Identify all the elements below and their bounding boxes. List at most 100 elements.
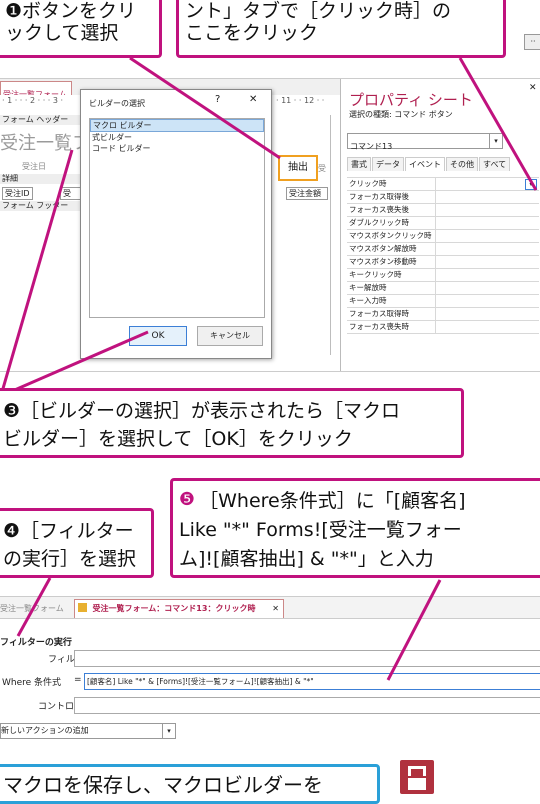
callout-step3-line1: ❸［ビルダーの選択］が表示されたら［マクロ <box>3 400 401 422</box>
callout-step1-line1: ❶ボタンをクリ <box>5 0 137 22</box>
save-icon <box>400 760 434 794</box>
callout-step6-line1: マクロを保存し、マクロビルダーを <box>3 773 323 797</box>
property-row[interactable]: マウスボタンクリック時 <box>347 230 539 243</box>
builder-option-macro[interactable]: マクロ ビルダー <box>90 119 264 132</box>
callout-step5: ❺ ［Where条件式］に「[顧客名] Like "*" Forms![受注一覧フ… <box>170 478 540 578</box>
more-icon: ·· <box>524 34 540 50</box>
property-row-label: キー入力時 <box>347 295 436 307</box>
where-field-value: [顧客名] Like "*" & [Forms]![受注一覧フォーム]![顧客抽… <box>87 677 314 686</box>
macro-tab-inactive-label: 受注一覧フォーム <box>0 604 64 613</box>
property-row[interactable]: マウスボタン移動時 <box>347 256 539 269</box>
callout-step5-text1: ［Where条件式］に「[顧客名] <box>199 490 466 512</box>
step5-number: ❺ <box>179 489 196 510</box>
ruler: · 1 · · · 2 · · · 3 · <box>2 96 64 105</box>
callout-step3-line2: ビルダー］を選択して［OK］をクリック <box>3 428 353 450</box>
property-tabs: 書式 データ イベント その他 すべて <box>347 157 511 171</box>
form-header-bar: フォーム ヘッダー <box>0 115 84 125</box>
chevron-down-icon: ▾ <box>162 724 175 738</box>
ok-button-label: OK <box>151 331 165 341</box>
callout-step3: ❸［ビルダーの選択］が表示されたら［マクロ ビルダー］を選択して［OK］をクリッ… <box>0 388 464 458</box>
property-row-label: キー解放時 <box>347 282 436 294</box>
builder-dialog: ビルダーの選択 ? ✕ マクロ ビルダー 式ビルダー コード ビルダー OK キ… <box>80 89 272 359</box>
builder-dialog-title: ビルダーの選択 <box>89 99 145 108</box>
form-tab[interactable]: 受注一覧フォーム <box>0 81 72 99</box>
macro-tab-inactive[interactable]: 受注一覧フォーム <box>0 601 70 617</box>
property-row-label: フォーカス喪失後 <box>347 204 436 216</box>
macro-icon <box>78 603 87 612</box>
right-ruler: · 11 · · 12 · · <box>276 96 325 105</box>
callout-step1: ❶ボタンをクリ ックして選択 <box>0 0 162 58</box>
property-row[interactable]: ダブルクリック時 <box>347 217 539 230</box>
cancel-button[interactable]: キャンセル <box>197 326 263 346</box>
chevron-down-icon: ▾ <box>489 134 502 148</box>
filter-name-field[interactable] <box>74 650 540 667</box>
where-eq: = <box>74 675 82 685</box>
callout-step5-line1: ❺ ［Where条件式］に「[顧客名] <box>179 487 537 516</box>
property-row[interactable]: キークリック時 <box>347 269 539 282</box>
property-row-label: クリック時 <box>347 178 436 190</box>
add-action-label: 新しいアクションの追加 <box>1 726 89 735</box>
property-row[interactable]: キー入力時 <box>347 295 539 308</box>
ok-button[interactable]: OK <box>129 326 187 346</box>
builder-option-code[interactable]: コード ビルダー <box>90 143 264 154</box>
form-title-label: 受注一覧フ <box>0 133 90 154</box>
object-select-value: コマンド13 <box>350 142 393 151</box>
tab-all[interactable]: すべて <box>479 157 511 171</box>
extract-button-caption: 抽出 <box>288 162 308 173</box>
callout-step4-line2: の実行］を選択 <box>3 548 137 570</box>
macro-tab-active[interactable]: 受注一覧フォーム：コマンド13：クリック時 ✕ <box>74 599 284 618</box>
tab-format[interactable]: 書式 <box>347 157 371 171</box>
object-select[interactable]: コマンド13 ▾ <box>347 133 503 151</box>
selection-type: 選択の種類: コマンド ボタン <box>349 110 453 119</box>
property-row[interactable]: マウスボタン解放時 <box>347 243 539 256</box>
callout-step2-line2: ここをクリック <box>185 22 319 44</box>
help-button[interactable]: ? <box>215 94 220 105</box>
property-row-label: マウスボタン移動時 <box>347 256 436 268</box>
order-amount-field[interactable]: 受注金額 <box>286 187 328 200</box>
chevron-down-icon[interactable]: ▾ <box>525 179 537 190</box>
callout-step2: ント」タブで［クリック時］の ここをクリック <box>176 0 506 58</box>
callout-step6: マクロを保存し、マクロビルダーを <box>0 764 380 804</box>
property-row[interactable]: フォーカス取得後 <box>347 191 539 204</box>
callout-step5-line2: Like "*" Forms![受注一覧フォー <box>179 519 462 541</box>
right-header-label: 受 <box>318 164 326 173</box>
cancel-button-label: キャンセル <box>210 331 250 340</box>
property-sheet-close-icon[interactable]: ✕ <box>529 83 537 93</box>
macro-tab-active-label: 受注一覧フォーム：コマンド13：クリック時 <box>92 604 256 613</box>
property-row[interactable]: クリック時 ▾ <box>347 178 539 191</box>
property-row[interactable]: キー解放時 <box>347 282 539 295</box>
tab-event[interactable]: イベント <box>405 157 445 171</box>
detail-bar: 詳細 <box>0 174 84 184</box>
tab-data[interactable]: データ <box>372 157 404 171</box>
close-icon[interactable]: ✕ <box>249 94 257 105</box>
property-row-label: キークリック時 <box>347 269 436 281</box>
tab-other[interactable]: その他 <box>446 157 478 171</box>
property-row-label: ダブルクリック時 <box>347 217 436 229</box>
divider <box>330 115 331 355</box>
callout-step2-line1: ント」タブで［クリック時］の <box>185 0 452 22</box>
property-row[interactable]: フォーカス喪失時 <box>347 321 539 334</box>
property-sheet-title: プロパティ シート <box>349 91 473 109</box>
control-name-field[interactable] <box>74 697 540 714</box>
order-id-field[interactable]: 受注ID <box>2 187 33 200</box>
add-action-select[interactable]: 新しいアクションの追加 ▾ <box>0 723 176 739</box>
property-row[interactable]: フォーカス喪失後 <box>347 204 539 217</box>
builder-option-expression[interactable]: 式ビルダー <box>90 132 264 143</box>
builder-list[interactable]: マクロ ビルダー 式ビルダー コード ビルダー <box>89 118 265 318</box>
where-field[interactable]: [顧客名] Like "*" & [Forms]![受注一覧フォーム]![顧客抽… <box>84 673 540 690</box>
macro-editor: 受注一覧フォーム 受注一覧フォーム：コマンド13：クリック時 ✕ フィルターの実… <box>0 596 540 744</box>
order-field-partial[interactable]: 受 <box>60 187 82 200</box>
designer-screenshot: 受注一覧フォーム · 1 · · · 2 · · · 3 · フォーム ヘッダー… <box>0 78 540 372</box>
property-row-label: フォーカス取得後 <box>347 191 436 203</box>
callout-step4-line1: ❹［フィルター <box>3 520 134 542</box>
property-sheet: プロパティ シート ✕ 選択の種類: コマンド ボタン コマンド13 ▾ 書式 … <box>340 79 540 371</box>
action-title: フィルターの実行 <box>0 638 72 648</box>
callout-step4: ❹［フィルター の実行］を選択 <box>0 508 154 578</box>
property-row-value[interactable]: ▾ <box>436 178 539 190</box>
form-footer-bar: フォーム フッター <box>0 201 84 211</box>
property-row[interactable]: フォーカス取得時 <box>347 308 539 321</box>
close-icon[interactable]: ✕ <box>272 600 279 618</box>
property-grid: クリック時 ▾ フォーカス取得後 フォーカス喪失後 ダブルクリック時 マウスボタン… <box>347 177 539 334</box>
extract-button[interactable]: 抽出 <box>278 155 318 181</box>
where-label: Where 条件式 <box>2 678 62 688</box>
